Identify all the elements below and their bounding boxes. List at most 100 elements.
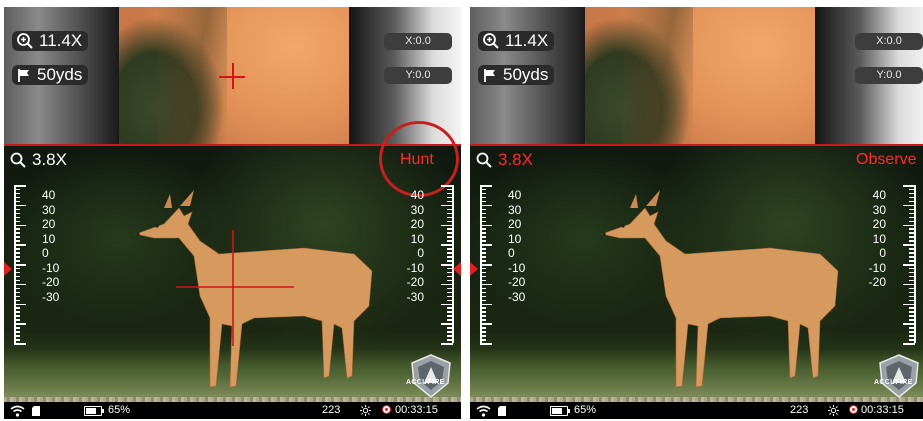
scale-tick bbox=[480, 271, 486, 274]
scale-tick bbox=[441, 283, 453, 286]
scale-tick bbox=[447, 252, 453, 254]
battery-level bbox=[552, 408, 563, 414]
scale-tick bbox=[480, 267, 486, 270]
scale-tick bbox=[14, 315, 20, 317]
scale-tick bbox=[447, 216, 453, 219]
scale-tick bbox=[909, 188, 915, 191]
scale-tick bbox=[14, 287, 20, 290]
scale-tick bbox=[909, 192, 915, 195]
scale-tick bbox=[903, 283, 915, 286]
scale-tick bbox=[447, 220, 453, 223]
scale-tick bbox=[480, 335, 486, 337]
scale-tick bbox=[447, 208, 453, 211]
main-zoom-value: 3.8X bbox=[498, 150, 533, 169]
scale-tick bbox=[441, 343, 453, 345]
scope-view-observe: 11.4X 50yds X:0.0 Y:0.0 3.8X Observe ACC… bbox=[470, 7, 923, 419]
battery-icon bbox=[84, 406, 104, 416]
y-coordinate: Y:0.0 bbox=[384, 67, 452, 84]
scale-tick bbox=[909, 319, 915, 321]
scale-label: 20 bbox=[410, 217, 424, 231]
scale-tick bbox=[447, 248, 453, 250]
scale-tick bbox=[903, 244, 915, 246]
scale-tick bbox=[447, 228, 453, 230]
scale-tick bbox=[14, 331, 20, 333]
scale-tick bbox=[480, 212, 486, 215]
scale-tick bbox=[909, 228, 915, 230]
scale-label: 10 bbox=[508, 231, 522, 246]
scale-tick bbox=[909, 260, 915, 262]
scale-tick bbox=[14, 343, 26, 345]
scale-tick bbox=[14, 220, 20, 223]
sun-icon bbox=[828, 405, 839, 416]
scale-tick bbox=[447, 327, 453, 329]
scale-tick bbox=[14, 240, 20, 242]
scale-tick bbox=[14, 216, 20, 219]
scale-tick bbox=[14, 311, 20, 313]
magnifier-plus-icon bbox=[483, 33, 499, 49]
scale-label: 20 bbox=[508, 217, 522, 231]
deer-neck-shadow bbox=[623, 7, 693, 144]
scale-tick bbox=[14, 335, 20, 337]
scale-tick bbox=[447, 256, 453, 258]
scale-tick bbox=[14, 319, 20, 321]
wifi-icon bbox=[476, 405, 491, 417]
scale-tick bbox=[909, 208, 915, 211]
scale-tick bbox=[480, 208, 486, 211]
scale-tick bbox=[14, 271, 20, 274]
status-bar: 65% 223 00:33:15 bbox=[4, 402, 461, 419]
scale-tick bbox=[447, 279, 453, 282]
scale-label: -20 bbox=[42, 275, 60, 289]
scale-tick bbox=[480, 188, 486, 191]
scale-tick bbox=[14, 339, 20, 341]
scale-tick bbox=[14, 236, 20, 238]
scale-tick bbox=[447, 240, 453, 242]
distance-value: 50yds bbox=[37, 65, 83, 84]
scale-tick bbox=[909, 299, 915, 302]
logo-text: ACCUFIRE bbox=[874, 379, 913, 386]
scale-label: -20 bbox=[508, 275, 526, 289]
main-scene bbox=[470, 146, 923, 409]
scale-tick bbox=[480, 299, 486, 302]
scale-label: 10 bbox=[42, 231, 56, 246]
scale-tick bbox=[909, 232, 915, 234]
scale-tick bbox=[441, 264, 453, 266]
scale-tick bbox=[447, 295, 453, 298]
scale-tick bbox=[909, 248, 915, 250]
distance-badge[interactable]: 50yds bbox=[12, 65, 89, 85]
scale-tick bbox=[447, 196, 453, 199]
main-zoom-indicator[interactable]: 3.8X bbox=[10, 150, 67, 170]
scale-label: -10 bbox=[406, 260, 424, 275]
scale-tick bbox=[909, 339, 915, 341]
scale-tick bbox=[14, 228, 20, 230]
scale-label: 10 bbox=[872, 231, 886, 246]
scale-tick bbox=[903, 204, 915, 207]
inset-zoom-badge[interactable]: 11.4X bbox=[478, 31, 555, 51]
scale-label: 10 bbox=[410, 231, 424, 246]
scale-tick bbox=[447, 275, 453, 278]
scale-tick bbox=[447, 335, 453, 337]
scale-tick bbox=[441, 224, 453, 226]
magnifier-plus-icon bbox=[17, 33, 33, 49]
inset-zoom-badge[interactable]: 11.4X bbox=[12, 31, 89, 51]
scale-tick bbox=[480, 232, 486, 234]
mode-label[interactable]: Observe bbox=[856, 151, 916, 169]
scale-label: -30 bbox=[406, 289, 424, 304]
elevation-scale-left bbox=[480, 185, 510, 345]
logo-text: ACCUFIRE bbox=[406, 379, 445, 386]
scale-tick bbox=[480, 327, 486, 329]
scale-tick bbox=[14, 291, 20, 294]
scale-tick bbox=[480, 295, 486, 298]
wifi-icon bbox=[10, 405, 25, 417]
scale-tick bbox=[14, 260, 20, 262]
scale-label: -20 bbox=[868, 275, 886, 289]
shot-count: 223 bbox=[790, 404, 809, 416]
scale-tick bbox=[14, 192, 20, 195]
scale-tick bbox=[903, 224, 915, 226]
scale-tick bbox=[480, 264, 492, 266]
scale-tick bbox=[14, 204, 26, 207]
scale-tick bbox=[903, 303, 915, 305]
main-zoom-indicator[interactable]: 3.8X bbox=[476, 150, 533, 170]
scope-view-hunt: 11.4X 50yds X:0.0 Y:0.0 3.8X Hunt ACCUFI… bbox=[4, 7, 461, 419]
inset-zoom-value: 11.4X bbox=[505, 31, 549, 50]
distance-badge[interactable]: 50yds bbox=[478, 65, 555, 85]
